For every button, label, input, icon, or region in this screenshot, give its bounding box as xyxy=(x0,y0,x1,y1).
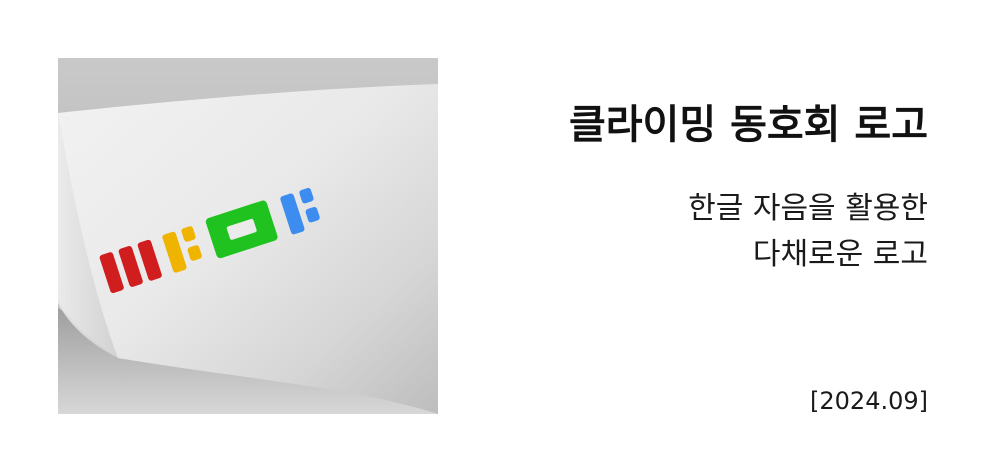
logo-mockup-image xyxy=(58,58,438,414)
page-title: 클라이밍 동호회 로고 xyxy=(568,102,928,148)
subtitle: 한글 자음을 활용한 다채로운 로고 xyxy=(688,186,928,278)
date-label: [2024.09] xyxy=(810,387,928,415)
subtitle-line-1: 한글 자음을 활용한 xyxy=(688,191,928,226)
subtitle-line-2: 다채로운 로고 xyxy=(752,237,928,272)
